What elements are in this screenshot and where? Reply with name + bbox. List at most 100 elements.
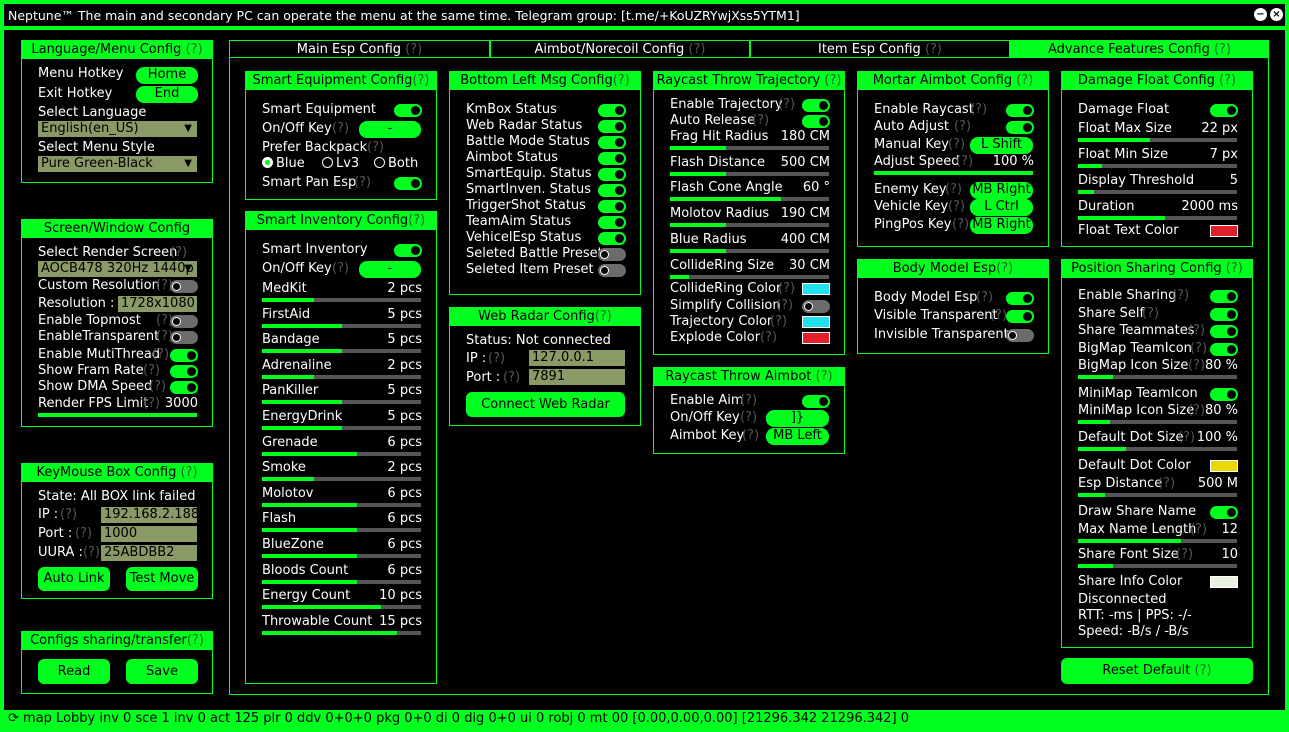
topmost-toggle[interactable] xyxy=(170,315,198,328)
share-teammates-toggle[interactable] xyxy=(1210,325,1238,338)
draw-share-name-toggle[interactable] xyxy=(1210,506,1238,519)
bottom-left-msg-toggle[interactable] xyxy=(598,264,626,277)
dot-size-slider[interactable] xyxy=(1078,447,1237,451)
slider-bar[interactable] xyxy=(670,274,829,279)
smart-pan-esp-toggle[interactable] xyxy=(394,177,422,190)
test-move-button[interactable]: Test Move xyxy=(126,567,198,591)
share-self-toggle[interactable] xyxy=(1210,308,1238,321)
keymouse-ip-input[interactable]: 192.168.2.188 xyxy=(101,507,199,523)
bottom-left-msg-toggle[interactable] xyxy=(598,200,626,213)
bottom-left-msg-toggle[interactable] xyxy=(598,248,626,261)
inventory-item-slider[interactable] xyxy=(262,605,421,610)
inventory-item-slider[interactable] xyxy=(262,323,421,328)
enable-trajectory-toggle[interactable] xyxy=(802,99,830,112)
minimap-icon-size-slider[interactable] xyxy=(1078,420,1237,424)
bottom-left-msg-toggle[interactable] xyxy=(598,104,626,117)
minimap-teamicon-toggle[interactable] xyxy=(1210,388,1238,401)
manual-key-button[interactable]: L Shift xyxy=(970,137,1033,154)
close-icon[interactable]: × xyxy=(1270,8,1283,21)
bigmap-teamicon-toggle[interactable] xyxy=(1210,343,1238,356)
auto-adjust-toggle[interactable] xyxy=(1006,121,1034,134)
simplify-collision-toggle[interactable] xyxy=(802,300,830,313)
explode-color-swatch[interactable] xyxy=(802,332,830,344)
reset-default-button[interactable]: Reset Default (?) xyxy=(1061,658,1253,684)
enemy-key-button[interactable]: MB Right xyxy=(970,182,1033,199)
esp-distance-slider[interactable] xyxy=(1078,493,1237,497)
transparent-toggle[interactable] xyxy=(170,331,198,344)
render-screen-select[interactable]: AOCB478 320Hz 1440p ▼ xyxy=(38,261,197,277)
slider-bar[interactable] xyxy=(670,223,829,228)
bottom-left-msg-toggle[interactable] xyxy=(598,120,626,133)
dot-color-swatch[interactable] xyxy=(1210,460,1238,472)
inventory-item-slider[interactable] xyxy=(262,349,421,354)
visible-transparent-toggle[interactable] xyxy=(1006,310,1034,323)
keymouse-uuid-input[interactable]: 25ABDBB2 xyxy=(101,545,197,561)
smart-inventory-key-button[interactable]: - xyxy=(359,261,421,278)
trajectory-color-swatch[interactable] xyxy=(802,316,830,328)
resolution-input[interactable]: 1728x1080 xyxy=(118,296,197,312)
collide-color-swatch[interactable] xyxy=(802,283,830,295)
share-info-color-swatch[interactable] xyxy=(1210,576,1238,588)
bottom-left-msg-toggle[interactable] xyxy=(598,232,626,245)
bigmap-icon-size-slider[interactable] xyxy=(1078,375,1237,379)
inventory-item-slider[interactable] xyxy=(262,579,421,584)
inventory-item-slider[interactable] xyxy=(262,451,421,456)
menu-hotkey-button[interactable]: Home xyxy=(136,67,198,84)
auto-link-button[interactable]: Auto Link xyxy=(38,567,110,591)
connect-web-radar-button[interactable]: Connect Web Radar xyxy=(466,392,625,417)
tab-main-esp[interactable]: Main Esp Config (?) xyxy=(229,40,490,58)
slider-bar[interactable] xyxy=(670,197,829,202)
radio-both[interactable]: Both xyxy=(374,156,418,172)
slider-bar[interactable] xyxy=(670,171,829,176)
inventory-item-slider[interactable] xyxy=(262,400,421,405)
inventory-item-slider[interactable] xyxy=(262,630,421,635)
exit-hotkey-button[interactable]: End xyxy=(136,86,198,103)
body-model-esp-toggle[interactable] xyxy=(1006,292,1034,305)
share-font-size-slider[interactable] xyxy=(1078,564,1237,568)
keymouse-port-input[interactable]: 1000 xyxy=(101,526,197,542)
save-button[interactable]: Save xyxy=(126,659,198,684)
adjust-speed-slider[interactable] xyxy=(874,171,1033,175)
web-radar-ip-input[interactable]: 127.0.0.1 xyxy=(529,350,625,366)
aimbot-key-button[interactable]: MB Left xyxy=(766,428,829,445)
aim-onoff-key-button[interactable]: ]} xyxy=(766,410,829,427)
enable-aim-toggle[interactable] xyxy=(802,395,830,408)
web-radar-port-input[interactable]: 7891 xyxy=(529,369,625,385)
inventory-item-slider[interactable] xyxy=(262,477,421,482)
enable-raycast-toggle[interactable] xyxy=(1006,104,1034,117)
slider-bar[interactable] xyxy=(670,248,829,253)
bottom-left-msg-toggle[interactable] xyxy=(598,136,626,149)
bottom-left-msg-toggle[interactable] xyxy=(598,168,626,181)
multithread-toggle[interactable] xyxy=(170,349,198,362)
smart-equipment-toggle[interactable] xyxy=(394,104,422,117)
slider-bar[interactable] xyxy=(1078,138,1237,142)
inventory-item-slider[interactable] xyxy=(262,528,421,533)
bottom-left-msg-toggle[interactable] xyxy=(598,152,626,165)
invisible-transparent-toggle[interactable] xyxy=(1006,329,1034,342)
inventory-item-slider[interactable] xyxy=(262,502,421,507)
minimize-icon[interactable]: − xyxy=(1254,8,1267,21)
max-name-length-slider[interactable] xyxy=(1078,539,1237,543)
tab-aimbot-norecoil[interactable]: Aimbot/Norecoil Config (?) xyxy=(490,40,750,58)
vehicle-key-button[interactable]: L Ctrl xyxy=(970,199,1033,216)
bottom-left-msg-toggle[interactable] xyxy=(598,184,626,197)
slider-bar[interactable] xyxy=(1078,216,1237,220)
tab-item-esp[interactable]: Item Esp Config (?) xyxy=(750,40,1010,58)
language-select[interactable]: English(en_US) ▼ xyxy=(38,121,197,137)
read-button[interactable]: Read xyxy=(38,659,110,684)
tab-advance-features[interactable]: Advance Features Config (?) xyxy=(1010,40,1269,58)
dma-speed-toggle[interactable] xyxy=(170,381,198,394)
damage-float-toggle[interactable] xyxy=(1210,104,1238,117)
menu-style-select[interactable]: Pure Green-Black ▼ xyxy=(38,156,197,172)
enable-sharing-toggle[interactable] xyxy=(1210,290,1238,303)
slider-bar[interactable] xyxy=(1078,164,1237,168)
inventory-item-slider[interactable] xyxy=(262,298,421,302)
pingpos-key-button[interactable]: MB Right xyxy=(970,217,1033,234)
inventory-item-slider[interactable] xyxy=(262,374,421,379)
float-text-color-swatch[interactable] xyxy=(1210,225,1238,237)
inventory-item-slider[interactable] xyxy=(262,554,421,558)
inventory-item-slider[interactable] xyxy=(262,426,421,430)
radio-blue[interactable]: Blue xyxy=(262,156,305,172)
slider-bar[interactable] xyxy=(1078,190,1237,194)
slider-bar[interactable] xyxy=(670,146,829,150)
